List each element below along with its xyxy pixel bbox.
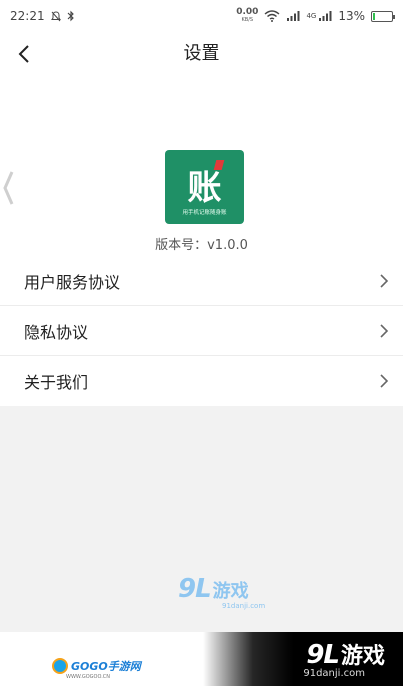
signal-icon [287,11,300,21]
menu-item-about-us[interactable]: 关于我们 [0,356,403,406]
network-speed: 0.00 KB/S [236,7,259,24]
battery-icon [371,10,395,22]
footer-brand: 9L游戏 91danji.com [303,638,385,679]
app-logo: 账 用手机记账随身账 [165,150,244,224]
status-bar: 22:21 0.00 KB/S 4G 13% [0,0,403,32]
watermark-logo: 9L [178,574,212,604]
watermark-text: 游戏 [212,581,249,602]
gogo-url: WWW.GOGOO.CN [66,674,111,680]
signal-4g-label: 4G [306,12,317,20]
gogo-logo-icon [52,658,68,674]
app-info-section: 账 用手机记账随身账 版本号：v1.0.0 [0,76,403,256]
back-button[interactable] [8,38,40,70]
gogo-logo-text: GOGO手游网 [71,660,141,673]
footer-brand-panel: 9L游戏 91danji.com [203,632,403,686]
side-drawer-handle-icon[interactable] [2,168,16,208]
menu-item-label: 用户服务协议 [24,272,121,292]
menu-item-privacy-policy[interactable]: 隐私协议 [0,306,403,356]
battery-fill [373,12,376,20]
chevron-right-icon [380,374,389,388]
status-time: 22:21 [10,9,45,23]
page-title: 设置 [183,43,220,64]
signal-icon-2 [319,11,332,21]
watermark-url: 91danji.com [222,602,266,610]
nav-bar: 设置 [0,32,403,76]
footer-brand-text: 游戏 [340,644,385,669]
watermark-91danji: 9L 游戏 91danji.com [178,574,278,614]
chevron-right-icon [380,273,389,288]
battery-percent: 13% [338,9,365,23]
version-label: 版本号：v1.0.0 [155,238,248,253]
app-logo-glyph: 账 [187,168,222,208]
chevron-left-icon [18,45,29,63]
menu-item-user-agreement[interactable]: 用户服务协议 [0,256,403,306]
menu-item-label: 关于我们 [24,373,89,392]
bluetooth-icon [67,10,74,22]
settings-menu: 用户服务协议 隐私协议 关于我们 [0,256,403,406]
app-logo-subtitle: 用手机记账随身账 [182,210,227,216]
no-notification-icon [50,10,61,21]
menu-item-label: 隐私协议 [24,322,89,342]
wifi-icon [264,10,280,22]
footer-watermark-bar: GOGO手游网 WWW.GOGOO.CN 9L游戏 91danji.com [0,632,403,686]
chevron-right-icon [380,323,389,338]
footer-brand-logo: 9L [306,640,340,670]
status-right: 0.00 KB/S 4G 13% [236,7,395,24]
footer-brand-url: 91danji.com [303,668,365,679]
status-left: 22:21 [10,9,75,23]
gogo-logo: GOGO手游网 [52,658,141,674]
